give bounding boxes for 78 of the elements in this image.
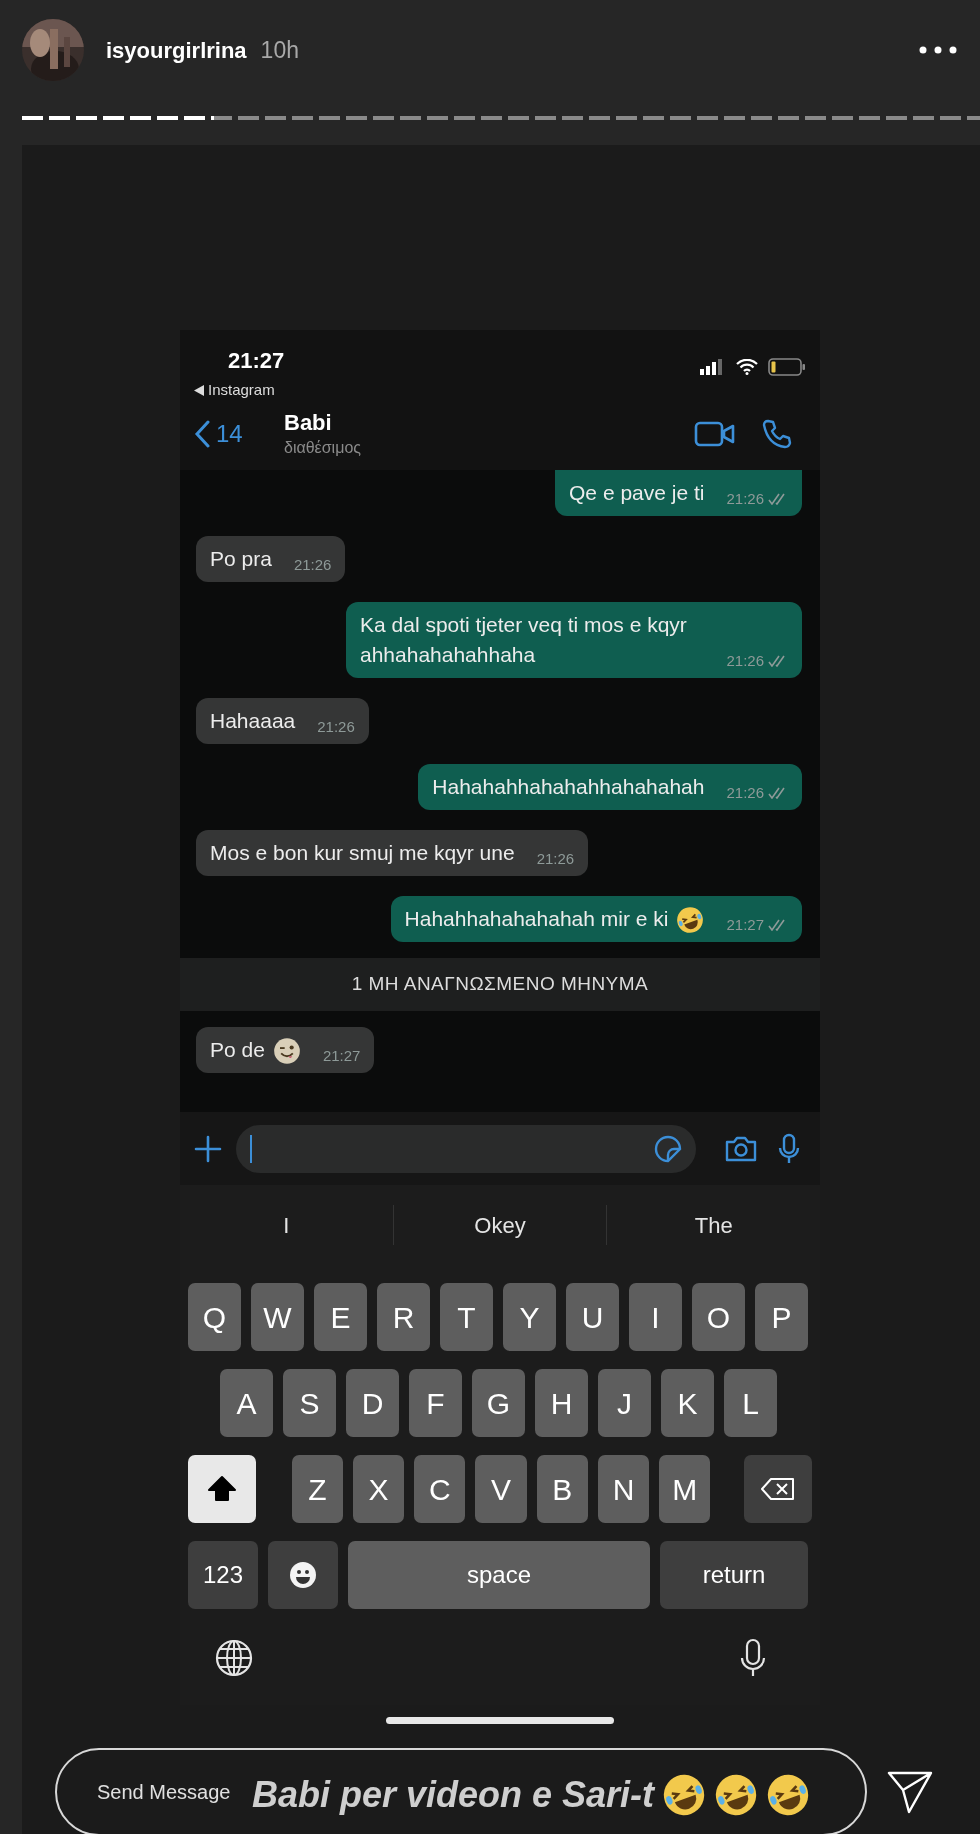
send-icon[interactable] [887, 1770, 933, 1814]
keyboard-key[interactable]: J [598, 1369, 651, 1437]
keyboard-key[interactable]: return [660, 1541, 808, 1609]
contact-status: διαθέσιμος [284, 438, 361, 458]
double-check-icon [768, 492, 788, 505]
back-to-app-link[interactable]: Instagram [208, 379, 275, 402]
keyboard-key[interactable]: E [314, 1283, 367, 1351]
globe-icon[interactable] [214, 1638, 254, 1678]
shift-arrow-icon [206, 1475, 237, 1503]
laughing-face-icon [676, 906, 705, 935]
keyboard-key[interactable]: B [536, 1455, 588, 1523]
back-triangle-icon [194, 384, 204, 396]
keyboard-key[interactable]: U [566, 1283, 619, 1351]
keyboard-key[interactable]: Y [503, 1283, 556, 1351]
keyboard-key[interactable]: D [346, 1369, 399, 1437]
received-message-bubble: Po pra 21:26 [196, 536, 346, 582]
dictation-microphone-icon[interactable] [740, 1638, 766, 1678]
back-button[interactable]: 14 [194, 416, 274, 452]
message-input-field[interactable] [236, 1124, 696, 1173]
keyboard-key[interactable]: O [692, 1283, 745, 1351]
received-message-bubble: Mos e bon kur smuj me kqyr une 21:26 [196, 830, 589, 876]
laughing-face-icon [662, 1773, 707, 1817]
suggestion[interactable]: The [686, 1208, 741, 1242]
keyboard-key[interactable]: X [352, 1455, 405, 1523]
contact-name: Babi [284, 410, 333, 436]
keyboard-key[interactable]: F [409, 1369, 462, 1437]
received-message-bubble: Po de 21:27 [196, 1026, 375, 1074]
keyboard-key[interactable]: S [283, 1369, 336, 1437]
emoji-key[interactable] [268, 1541, 338, 1609]
keyboard-key[interactable]: N [597, 1455, 650, 1523]
laughing-face-icon [714, 1773, 759, 1817]
keyboard-key[interactable]: M [659, 1455, 711, 1523]
keyboard-key[interactable]: 123 [188, 1541, 258, 1609]
more-icon[interactable] [918, 45, 958, 55]
keyboard-key[interactable]: A [220, 1369, 273, 1437]
phone-call-icon[interactable] [762, 419, 792, 449]
sent-message-bubble: Hahahhahahahahah mir e ki 21:27 [390, 896, 802, 943]
keyboard-key[interactable]: K [661, 1369, 714, 1437]
story-age: 10h [260, 35, 299, 65]
shift-key[interactable] [188, 1455, 256, 1523]
keyboard-key[interactable]: R [377, 1283, 430, 1351]
keyboard-key[interactable]: T [440, 1283, 493, 1351]
keyboard-key[interactable]: L [724, 1369, 777, 1437]
video-call-icon[interactable] [694, 420, 736, 448]
double-check-icon [768, 654, 788, 667]
status-time: 21:27 [228, 347, 285, 375]
keyboard-key[interactable]: C [414, 1455, 466, 1523]
keyboard-key[interactable]: W [251, 1283, 304, 1351]
backspace-icon [760, 1477, 797, 1501]
sticker-icon[interactable] [654, 1134, 682, 1163]
keyboard-key[interactable]: P [755, 1283, 808, 1351]
smiley-icon [289, 1561, 317, 1589]
story-caption: Babi per videon e Sari-t [252, 1773, 655, 1817]
wifi-icon [736, 359, 758, 375]
winking-face-icon [272, 1037, 301, 1066]
suggestion[interactable]: I [275, 1208, 298, 1242]
keyboard-key[interactable]: I [629, 1283, 682, 1351]
chevron-left-icon [194, 420, 210, 448]
suggestion[interactable]: Okey [466, 1208, 534, 1242]
keyboard-key[interactable]: Q [188, 1283, 241, 1351]
received-message-bubble: Hahaaaa 21:26 [196, 698, 369, 744]
laughing-face-icon [766, 1773, 811, 1817]
camera-icon[interactable] [724, 1134, 758, 1163]
battery-icon [768, 358, 806, 376]
sent-message-bubble: Hahahahhahahahhahahahah 21:26 [418, 764, 802, 810]
sent-message-bubble: Ka dal spoti tjeter veq ti mos e kqyr ahhahahahahhaha 21:26 [346, 602, 802, 678]
keyboard-key[interactable]: H [535, 1369, 588, 1437]
keyboard-key[interactable]: V [475, 1455, 527, 1523]
backspace-key[interactable] [744, 1455, 812, 1523]
double-check-icon [768, 919, 788, 932]
keyboard-key[interactable]: Z [291, 1455, 343, 1523]
double-check-icon [768, 786, 788, 799]
sent-message-bubble: Qe e pave je ti 21:26 [555, 470, 802, 516]
keyboard-key[interactable]: space [348, 1541, 650, 1609]
keyboard-key[interactable]: G [472, 1369, 525, 1437]
username: isyourgirlrina [106, 36, 247, 65]
microphone-icon[interactable] [778, 1132, 800, 1165]
plus-icon[interactable] [194, 1134, 222, 1163]
